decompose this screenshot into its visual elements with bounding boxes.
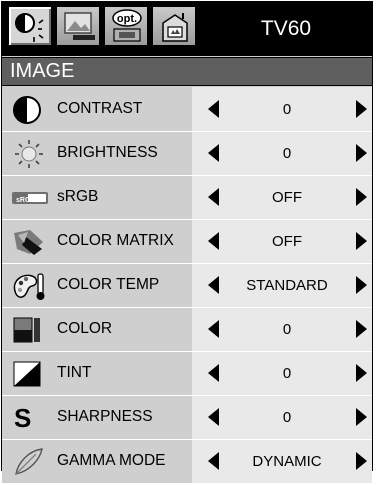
menu-row-label-cell[interactable]: S SHARPNESS bbox=[2, 395, 192, 439]
row-divider bbox=[2, 395, 372, 396]
color-icon bbox=[12, 315, 42, 345]
picture-tab[interactable] bbox=[56, 6, 100, 46]
menu-row-label-cell[interactable]: GAMMA MODE bbox=[2, 439, 192, 483]
menu-row-value: 0 bbox=[282, 321, 292, 338]
osd-menu: opt. TV60 IMAGE CONTRAST 0 BRIGHTNESS 0 sRGB… bbox=[0, 0, 376, 483]
menu-row-label: COLOR MATRIX bbox=[57, 232, 174, 249]
color-temp-icon bbox=[12, 271, 45, 301]
increase-arrow-icon[interactable] bbox=[356, 100, 367, 118]
svg-text:sRGB: sRGB bbox=[16, 197, 35, 204]
increase-arrow-icon[interactable] bbox=[356, 232, 367, 250]
increase-arrow-icon[interactable] bbox=[356, 364, 367, 382]
menu-row-value: OFF bbox=[272, 233, 302, 250]
menu-row-color-matrix[interactable]: COLOR MATRIX OFF bbox=[2, 219, 372, 263]
picture-screen-icon bbox=[64, 12, 95, 40]
menu-row-label: SHARPNESS bbox=[57, 408, 153, 425]
menu-row-contrast[interactable]: CONTRAST 0 bbox=[2, 87, 372, 131]
menu-row-value: 0 bbox=[282, 101, 292, 118]
menu-row-label: GAMMA MODE bbox=[57, 452, 166, 469]
options-tab-label: opt. bbox=[117, 13, 137, 25]
decrease-arrow-icon[interactable] bbox=[208, 320, 219, 338]
tint-icon bbox=[12, 359, 42, 389]
decrease-arrow-icon[interactable] bbox=[208, 452, 219, 470]
menu-row-label: BRIGHTNESS bbox=[57, 144, 158, 161]
svg-text:S: S bbox=[14, 403, 31, 433]
menu-row-value: OFF bbox=[272, 189, 302, 206]
menu-row-label-cell[interactable]: CONTRAST bbox=[2, 87, 192, 131]
menu-row-label-cell[interactable]: COLOR MATRIX bbox=[2, 219, 192, 263]
menu-row-label-cell[interactable]: COLOR bbox=[2, 307, 192, 351]
color-matrix-icon bbox=[12, 227, 43, 257]
row-divider bbox=[2, 439, 372, 440]
menu-row-label: TINT bbox=[57, 364, 92, 381]
menu-row-value: 0 bbox=[282, 409, 292, 426]
menu-row-color[interactable]: COLOR 0 bbox=[2, 307, 372, 351]
model-name: TV60 bbox=[260, 17, 312, 40]
menu-row-label: CONTRAST bbox=[57, 100, 143, 117]
gamma-mode-icon bbox=[12, 447, 43, 477]
decrease-arrow-icon[interactable] bbox=[208, 276, 219, 294]
menu-row-srgb[interactable]: sRGB sRGB OFF bbox=[2, 175, 372, 219]
decrease-arrow-icon[interactable] bbox=[208, 364, 219, 382]
increase-arrow-icon[interactable] bbox=[356, 144, 367, 162]
row-divider bbox=[2, 219, 372, 220]
menu-row-value-cell: 0 bbox=[192, 395, 372, 439]
menu-row-value-cell: OFF bbox=[192, 175, 372, 219]
decrease-arrow-icon[interactable] bbox=[208, 144, 219, 162]
sharpness-icon: S bbox=[12, 403, 42, 433]
decrease-arrow-icon[interactable] bbox=[208, 408, 219, 426]
menu-row-label-cell[interactable]: sRGB sRGB bbox=[2, 175, 192, 219]
menu-row-value: 0 bbox=[282, 365, 292, 382]
menu-row-label-cell[interactable]: COLOR TEMP bbox=[2, 263, 192, 307]
menu-title: IMAGE bbox=[2, 57, 372, 86]
increase-arrow-icon[interactable] bbox=[356, 276, 367, 294]
row-divider bbox=[2, 263, 372, 264]
increase-arrow-icon[interactable] bbox=[356, 188, 367, 206]
setup-tab[interactable] bbox=[152, 6, 196, 46]
srgb-icon: sRGB bbox=[12, 183, 48, 213]
menu-row-label-cell[interactable]: TINT bbox=[2, 351, 192, 395]
menu-row-gamma-mode[interactable]: GAMMA MODE DYNAMIC bbox=[2, 439, 372, 483]
menu-row-value-cell: OFF bbox=[192, 219, 372, 263]
row-divider bbox=[2, 307, 372, 308]
row-divider bbox=[2, 351, 372, 352]
menu-row-value: DYNAMIC bbox=[252, 453, 322, 470]
menu-row-value-cell: 0 bbox=[192, 351, 372, 395]
increase-arrow-icon[interactable] bbox=[356, 408, 367, 426]
menu-row-value-cell: 0 bbox=[192, 87, 372, 131]
row-divider bbox=[2, 175, 372, 176]
menu-row-label-cell[interactable]: BRIGHTNESS bbox=[2, 131, 192, 175]
menu-row-label: COLOR TEMP bbox=[57, 276, 160, 293]
options-icon: opt. bbox=[112, 9, 142, 42]
top-bar: opt. TV60 bbox=[2, 2, 372, 56]
menu-row-value-cell: 0 bbox=[192, 307, 372, 351]
image-tab[interactable] bbox=[8, 6, 52, 46]
row-divider bbox=[2, 131, 372, 132]
menu-row-value-cell: STANDARD bbox=[192, 263, 372, 307]
increase-arrow-icon[interactable] bbox=[356, 452, 367, 470]
menu-row-sharpness[interactable]: S SHARPNESS 0 bbox=[2, 395, 372, 439]
decrease-arrow-icon[interactable] bbox=[208, 188, 219, 206]
menu-row-brightness[interactable]: BRIGHTNESS 0 bbox=[2, 131, 372, 175]
increase-arrow-icon[interactable] bbox=[356, 320, 367, 338]
options-tab[interactable]: opt. bbox=[104, 6, 148, 46]
menu-row-value: STANDARD bbox=[246, 277, 328, 294]
decrease-arrow-icon[interactable] bbox=[208, 100, 219, 118]
contrast-icon bbox=[12, 95, 42, 125]
image-settings-icon bbox=[15, 13, 44, 42]
brightness-icon bbox=[12, 139, 43, 169]
menu-row-value: 0 bbox=[282, 145, 292, 162]
decrease-arrow-icon[interactable] bbox=[208, 232, 219, 250]
menu-row-value-cell: 0 bbox=[192, 131, 372, 175]
menu-row-value-cell: DYNAMIC bbox=[192, 439, 372, 483]
menu-row-tint[interactable]: TINT 0 bbox=[2, 351, 372, 395]
menu-row-label: COLOR bbox=[57, 320, 113, 337]
menu-row-color-temp[interactable]: COLOR TEMP STANDARD bbox=[2, 263, 372, 307]
setup-icon bbox=[162, 13, 188, 42]
menu-row-label: sRGB bbox=[57, 188, 99, 205]
